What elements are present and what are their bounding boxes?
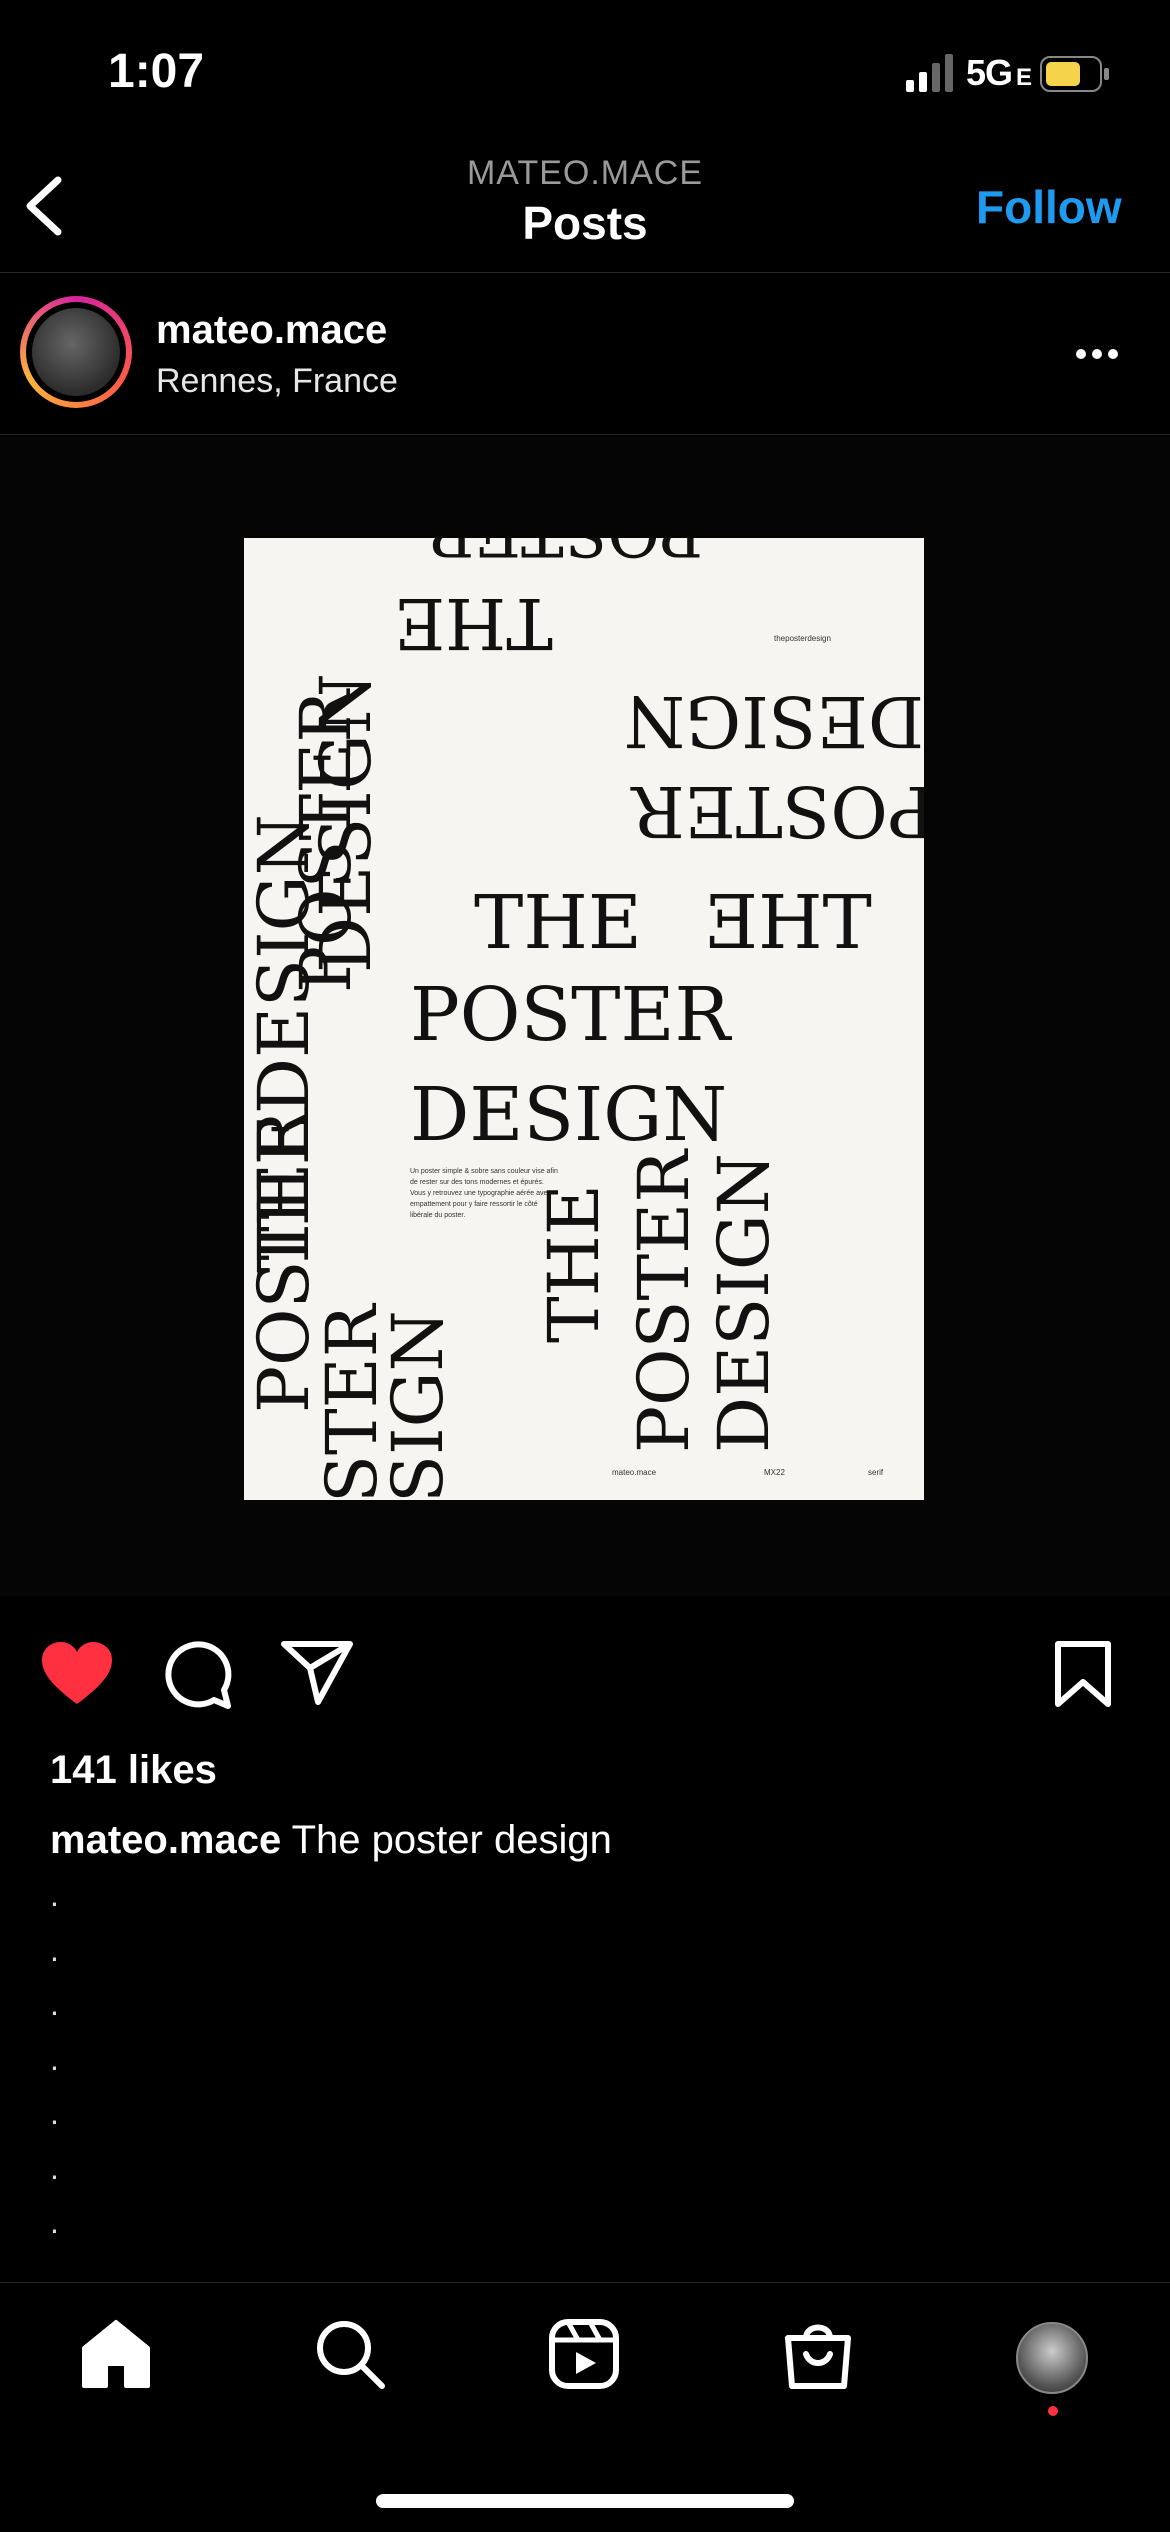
heart-icon[interactable] [40,1640,114,1706]
poster-word: POSTER [623,1150,705,1453]
search-icon[interactable] [312,2316,388,2392]
poster-word: SIGN [377,1310,459,1500]
poster-footer: serif [868,1468,884,1477]
poster-word: DESIGN [624,680,924,762]
profile-tab-avatar[interactable] [1016,2322,1088,2394]
author-location[interactable]: Rennes, France [156,362,398,401]
poster-word: THE [474,880,642,966]
comment-icon[interactable] [162,1640,232,1710]
tab-bar-divider [0,2282,1170,2283]
author-username[interactable]: mateo.mace [156,308,387,353]
poster-word: THE [704,880,872,966]
home-icon[interactable] [78,2316,154,2392]
network-indicator: 5G E [966,52,1032,93]
poster-image: POSTER THE theposterdesign DESIGN POSTER… [244,538,924,1500]
caption-username[interactable]: mateo.mace [50,1818,281,1862]
header-divider [0,272,1170,273]
battery-icon [1040,56,1109,92]
more-icon[interactable] [1076,346,1124,364]
signal-icon [906,54,953,92]
poster-word: THE [394,582,553,664]
bookmark-icon[interactable] [1052,1640,1114,1708]
likes-count[interactable]: 141 likes [50,1748,217,1793]
poster-word: THE [533,1184,615,1343]
poster-tag: theposterdesign [774,634,831,643]
poster-word: DESIGN [305,673,387,973]
post-caption: mateo.mace The poster design [50,1818,612,1863]
poster-word: POSTER [632,770,924,852]
poster-word: POSTER [426,538,703,569]
home-indicator[interactable] [376,2494,794,2508]
poster-word: POSTER [410,972,731,1058]
poster-footer: MX22 [764,1468,785,1477]
poster-footer: mateo.mace [612,1468,657,1477]
shop-icon[interactable] [780,2316,856,2392]
reels-icon[interactable] [546,2316,622,2392]
caption-dots: ... ... . [50,1877,59,2240]
share-icon[interactable] [280,1640,354,1706]
poster-word: POSTER [244,1110,325,1413]
caption-text: The poster design [291,1818,612,1862]
poster-word: DESIGN [703,1153,785,1453]
author-avatar[interactable] [20,296,132,408]
notification-dot [1048,2406,1058,2416]
author-divider [0,434,1170,435]
follow-button[interactable]: Follow [976,180,1122,234]
status-time: 1:07 [108,45,205,98]
